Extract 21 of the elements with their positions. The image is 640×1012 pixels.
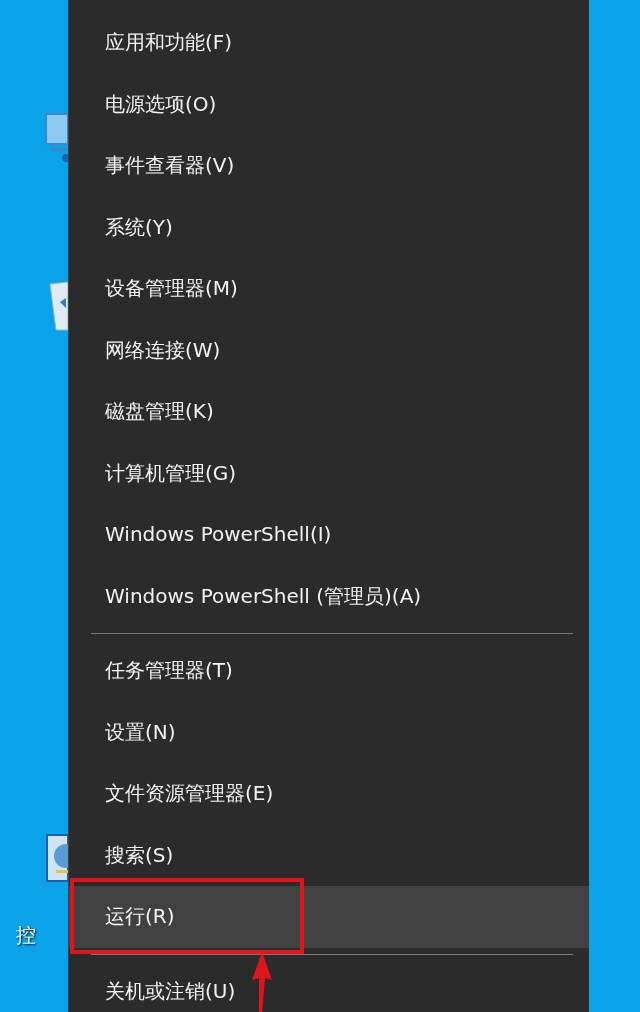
menu-item[interactable]: 文件资源管理器(E)	[69, 763, 589, 825]
menu-item[interactable]: 计算机管理(G)	[69, 442, 589, 504]
desktop-icon-label: 控	[16, 922, 36, 949]
menu-item[interactable]: 任务管理器(T)	[69, 640, 589, 702]
menu-item[interactable]: 设备管理器(M)	[69, 258, 589, 320]
menu-item[interactable]: 事件查看器(V)	[69, 135, 589, 197]
control-panel-icon[interactable]	[46, 834, 68, 882]
menu-item[interactable]: 关机或注销(U)	[69, 960, 589, 1012]
menu-item[interactable]: 电源选项(O)	[69, 73, 589, 135]
recycle-bin-icon[interactable]	[48, 282, 68, 332]
menu-item[interactable]: Windows PowerShell(I)	[69, 504, 589, 566]
menu-item[interactable]: Windows PowerShell (管理员)(A)	[69, 565, 589, 627]
menu-item[interactable]: 运行(R)	[69, 886, 589, 948]
menu-item[interactable]: 设置(N)	[69, 701, 589, 763]
monitor-icon[interactable]	[44, 112, 68, 162]
menu-item[interactable]: 磁盘管理(K)	[69, 381, 589, 443]
menu-item[interactable]: 搜索(S)	[69, 824, 589, 886]
arrow	[250, 952, 274, 1012]
menu-item[interactable]: 系统(Y)	[69, 196, 589, 258]
menu-item[interactable]: 网络连接(W)	[69, 319, 589, 381]
menu-item[interactable]: 应用和功能(F)	[69, 12, 589, 74]
